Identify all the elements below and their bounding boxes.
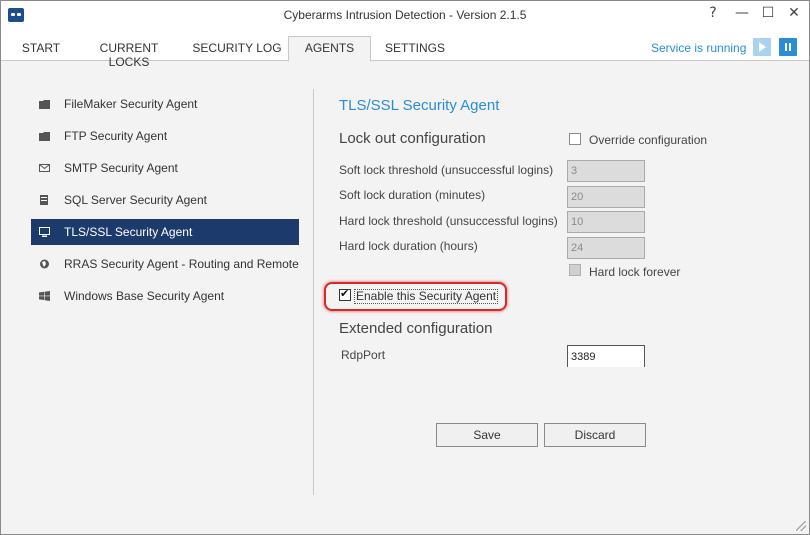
windows-icon xyxy=(39,291,50,301)
pause-service-button[interactable] xyxy=(779,38,797,56)
sidebar-item-label: FileMaker Security Agent xyxy=(64,97,198,111)
hard-lock-threshold-input[interactable] xyxy=(567,211,645,233)
sidebar-item-filemaker[interactable]: FileMaker Security Agent xyxy=(31,91,299,117)
database-icon xyxy=(40,195,48,205)
hard-lock-duration-label: Hard lock duration (hours) xyxy=(339,239,478,253)
start-service-button[interactable] xyxy=(753,38,771,56)
hard-lock-duration-input[interactable] xyxy=(567,237,645,259)
enable-agent-checkbox[interactable] xyxy=(339,287,351,301)
discard-button[interactable]: Discard xyxy=(544,423,646,447)
soft-lock-duration-label: Soft lock duration (minutes) xyxy=(339,188,486,202)
maximize-button[interactable]: ☐ xyxy=(756,3,780,25)
envelope-icon xyxy=(39,164,50,172)
tab-agents[interactable]: AGENTS xyxy=(288,36,371,62)
sidebar-item-label: SMTP Security Agent xyxy=(64,161,178,175)
app-window: Cyberarms Intrusion Detection - Version … xyxy=(0,0,810,535)
save-button[interactable]: Save xyxy=(436,423,538,447)
hard-lock-threshold-label: Hard lock threshold (unsuccessful logins… xyxy=(339,214,558,228)
sidebar-item-rras[interactable]: RRAS Security Agent - Routing and Remote xyxy=(31,251,299,277)
rdp-port-input[interactable] xyxy=(567,345,645,367)
title-bar: Cyberarms Intrusion Detection - Version … xyxy=(1,1,809,29)
override-configuration-checkbox[interactable] xyxy=(569,133,581,145)
tab-start[interactable]: START xyxy=(13,37,69,61)
tab-security-log[interactable]: SECURITY LOG xyxy=(191,37,283,61)
sidebar-item-ftp[interactable]: FTP Security Agent xyxy=(31,123,299,149)
folder-icon xyxy=(39,132,50,141)
main-tab-bar: START CURRENT LOCKS SECURITY LOG AGENTS … xyxy=(1,29,809,69)
lockout-heading: Lock out configuration xyxy=(339,130,486,147)
soft-lock-duration-input[interactable] xyxy=(567,186,645,208)
sidebar-item-tls-ssl[interactable]: TLS/SSL Security Agent xyxy=(31,219,299,245)
soft-lock-threshold-input[interactable] xyxy=(567,160,645,182)
hard-lock-forever-checkbox[interactable] xyxy=(569,264,581,276)
agent-list: FileMaker Security Agent FTP Security Ag… xyxy=(31,91,299,315)
extended-heading: Extended configuration xyxy=(339,320,493,337)
sidebar-item-smtp[interactable]: SMTP Security Agent xyxy=(31,155,299,181)
rdp-port-label: RdpPort xyxy=(341,348,386,362)
tab-settings[interactable]: SETTINGS xyxy=(381,37,449,61)
resize-grip[interactable] xyxy=(796,521,806,531)
service-status-text: Service is running xyxy=(651,41,747,55)
enable-agent-label[interactable]: Enable this Security Agent xyxy=(353,289,499,304)
monitor-icon xyxy=(39,227,50,237)
hard-lock-forever-label: Hard lock forever xyxy=(589,265,681,279)
sidebar-item-label: Windows Base Security Agent xyxy=(64,289,225,303)
minimize-button[interactable]: — xyxy=(730,3,754,25)
sidebar-item-label: SQL Server Security Agent xyxy=(64,193,207,207)
sidebar-item-sql-server[interactable]: SQL Server Security Agent xyxy=(31,187,299,213)
panel-title: TLS/SSL Security Agent xyxy=(339,97,500,114)
sidebar-item-label: RRAS Security Agent - Routing and Remote xyxy=(64,257,299,271)
window-title: Cyberarms Intrusion Detection - Version … xyxy=(283,8,527,22)
folder-icon xyxy=(39,100,50,109)
sidebar-item-label: FTP Security Agent xyxy=(64,129,168,143)
close-button[interactable]: ✕ xyxy=(782,3,806,25)
sidebar-item-label: TLS/SSL Security Agent xyxy=(64,225,193,239)
panel-divider xyxy=(313,89,314,495)
soft-lock-threshold-label: Soft lock threshold (unsuccessful logins… xyxy=(339,163,554,177)
tab-current-locks[interactable]: CURRENT LOCKS xyxy=(79,37,179,69)
help-button[interactable]: ? xyxy=(701,3,725,25)
override-configuration-label: Override configuration xyxy=(589,133,708,147)
globe-icon xyxy=(40,259,49,269)
sidebar-item-windows-base[interactable]: Windows Base Security Agent xyxy=(31,283,299,309)
